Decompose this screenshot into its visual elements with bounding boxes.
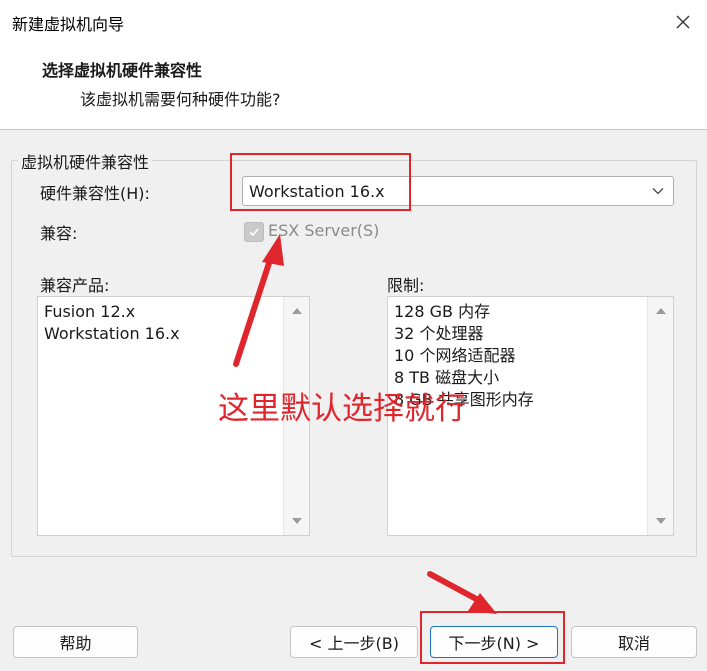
- arrow-icon: [233, 234, 284, 367]
- annotation-arrows: [233, 234, 497, 614]
- annotation-text: 这里默认选择就行: [218, 391, 466, 427]
- arrow-icon: [427, 571, 497, 614]
